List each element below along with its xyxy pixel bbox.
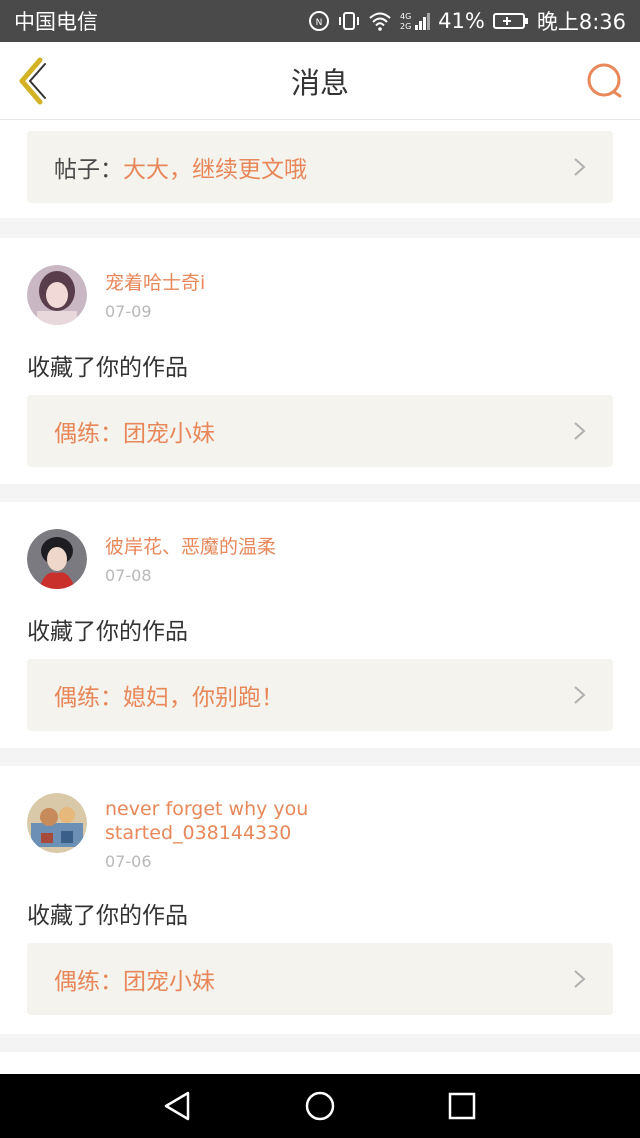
svg-text:2G: 2G bbox=[400, 22, 411, 31]
search-button[interactable] bbox=[586, 62, 624, 100]
username[interactable]: never forget why you started_038144330 bbox=[105, 797, 308, 845]
nav-home-button[interactable] bbox=[304, 1090, 336, 1122]
list-item: 帖子： 大大，继续更文哦 bbox=[0, 120, 640, 218]
post-link-box[interactable]: 帖子： 大大，继续更文哦 bbox=[27, 131, 613, 203]
work-link-title: 媳妇，你别跑！ bbox=[123, 685, 284, 711]
page-title: 消息 bbox=[290, 65, 349, 100]
list-item: never forget why you started_038144330 0… bbox=[0, 766, 640, 1034]
post-link-prefix: 帖子： bbox=[54, 157, 123, 183]
message-date: 07-09 bbox=[105, 302, 152, 321]
action-text: 收藏了你的作品 bbox=[27, 903, 188, 929]
system-nav-bar bbox=[0, 1074, 640, 1138]
app-header: 消息 bbox=[0, 42, 640, 120]
work-link-title: 团宠小妹 bbox=[123, 421, 215, 447]
chevron-right-icon bbox=[574, 686, 586, 704]
avatar[interactable] bbox=[27, 529, 87, 589]
chevron-right-icon bbox=[574, 970, 586, 988]
status-bar: 中国电信 N 4G 2G 41% 晚上8:36 bbox=[0, 0, 640, 42]
svg-text:4G: 4G bbox=[400, 12, 411, 21]
username[interactable]: 宠着哈士奇i bbox=[105, 271, 205, 295]
battery-percent: 41% bbox=[438, 9, 485, 33]
username[interactable]: 彼岸花、恶魔的温柔 bbox=[105, 535, 276, 559]
data-saver-icon: N bbox=[308, 10, 330, 32]
clock: 晚上8:36 bbox=[536, 10, 626, 34]
work-link-box[interactable]: 偶练： 媳妇，你别跑！ bbox=[27, 659, 613, 731]
battery-icon bbox=[492, 11, 529, 31]
vibrate-icon bbox=[338, 10, 360, 32]
work-link-box[interactable]: 偶练： 团宠小妹 bbox=[27, 943, 613, 1015]
nav-recents-button[interactable] bbox=[446, 1090, 478, 1122]
list-item: 宠着哈士奇i 07-09 收藏了你的作品 偶练： 团宠小妹 bbox=[0, 238, 640, 484]
wifi-icon bbox=[368, 11, 392, 31]
username-line: never forget why you bbox=[105, 798, 309, 820]
back-button[interactable] bbox=[14, 56, 54, 106]
signal-icon: 4G 2G bbox=[400, 10, 431, 32]
work-link-prefix: 偶练： bbox=[54, 969, 123, 995]
chevron-right-icon bbox=[574, 158, 586, 176]
post-link-title: 大大，继续更文哦 bbox=[123, 157, 307, 183]
work-link-title: 团宠小妹 bbox=[123, 969, 215, 995]
square-recents-icon bbox=[448, 1092, 476, 1120]
status-icons: N 4G 2G 41% 晚上8:36 bbox=[308, 6, 626, 36]
nav-back-button[interactable] bbox=[162, 1090, 194, 1122]
message-date: 07-08 bbox=[105, 566, 152, 585]
username-line: started_038144330 bbox=[105, 822, 292, 844]
list-item bbox=[0, 1052, 640, 1074]
search-icon bbox=[587, 63, 622, 98]
circle-home-icon bbox=[305, 1091, 335, 1121]
message-list[interactable]: 帖子： 大大，继续更文哦 宠着哈士奇i 07-09 收藏了你的作品 偶练： 团宠… bbox=[0, 120, 640, 1074]
work-link-prefix: 偶练： bbox=[54, 421, 123, 447]
action-text: 收藏了你的作品 bbox=[27, 619, 188, 645]
action-text: 收藏了你的作品 bbox=[27, 355, 188, 381]
svg-text:N: N bbox=[316, 18, 323, 28]
list-item: 彼岸花、恶魔的温柔 07-08 收藏了你的作品 偶练： 媳妇，你别跑！ bbox=[0, 502, 640, 748]
avatar[interactable] bbox=[27, 265, 87, 325]
work-link-prefix: 偶练： bbox=[54, 685, 123, 711]
chevron-left-icon bbox=[19, 57, 46, 105]
message-date: 07-06 bbox=[105, 852, 152, 871]
triangle-back-icon bbox=[164, 1091, 190, 1121]
work-link-box[interactable]: 偶练： 团宠小妹 bbox=[27, 395, 613, 467]
avatar[interactable] bbox=[27, 793, 87, 853]
chevron-right-icon bbox=[574, 422, 586, 440]
carrier-label: 中国电信 bbox=[14, 10, 98, 34]
